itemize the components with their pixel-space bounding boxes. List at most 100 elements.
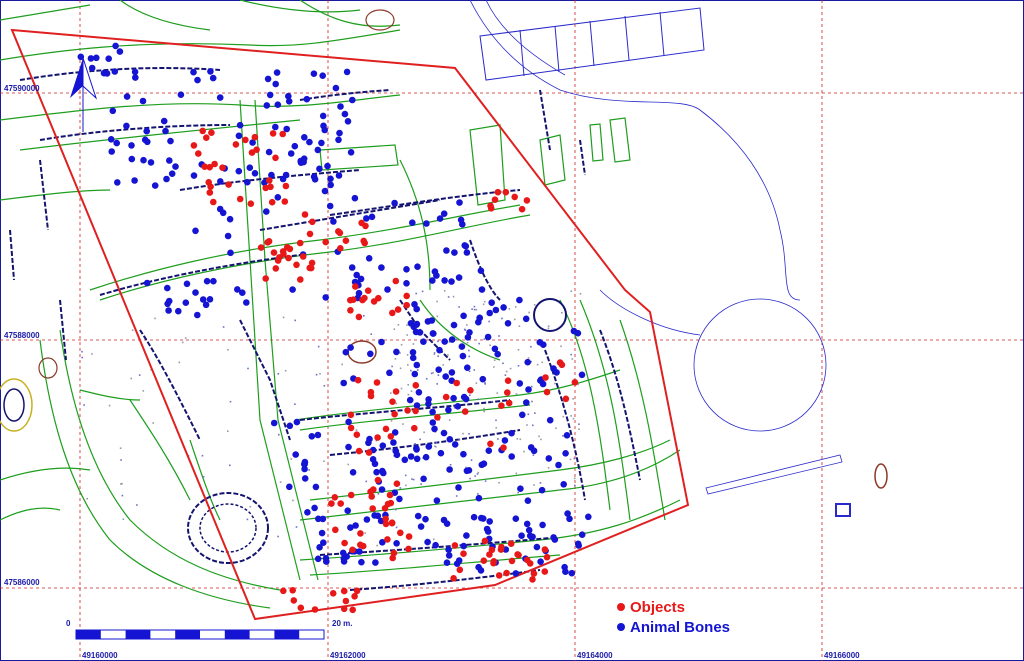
animal-bone-point — [445, 552, 453, 559]
animal-bone-point — [311, 504, 318, 512]
animal-bone-point — [460, 312, 467, 320]
debris-mark — [448, 419, 451, 421]
animal-bone-point — [406, 396, 414, 404]
animal-bone-point — [486, 309, 494, 317]
scale-end-label: 20 m. — [332, 619, 352, 628]
object-point — [337, 245, 344, 252]
debris-mark — [154, 317, 156, 320]
animal-bone-point — [321, 126, 329, 134]
animal-bone-point — [425, 443, 433, 450]
debris-mark — [572, 417, 575, 420]
animal-bone-point — [285, 92, 292, 100]
animal-bone-point — [436, 215, 444, 222]
animal-bone-point — [413, 361, 421, 369]
animal-bone-point — [324, 162, 331, 170]
debris-mark — [509, 367, 512, 370]
object-point — [405, 533, 413, 540]
animal-bone-point — [164, 284, 171, 292]
debris-mark — [527, 413, 530, 416]
debris-mark — [572, 398, 574, 400]
animal-bone-point — [111, 68, 119, 75]
debris-mark — [477, 493, 479, 495]
animal-bone-point — [291, 142, 299, 150]
object-point — [491, 196, 499, 203]
object-point — [526, 560, 534, 567]
object-point — [374, 476, 382, 484]
debris-mark — [108, 404, 111, 407]
object-point — [387, 433, 395, 440]
debris-mark — [571, 358, 574, 360]
debris-mark — [319, 373, 321, 375]
animal-bone-point — [451, 441, 459, 448]
animal-bone-point — [431, 268, 439, 275]
animal-bone-point — [251, 170, 259, 177]
site-plan-map: 47590000 47588000 47586000 49160000 4916… — [0, 0, 1024, 661]
x-label-2: 49162000 — [330, 651, 366, 660]
debris-mark — [458, 438, 461, 441]
scale-segment — [274, 630, 300, 639]
object-point — [335, 228, 342, 235]
animal-bone-point — [336, 129, 343, 137]
animal-bone-point — [380, 469, 387, 477]
animal-bone-point — [392, 447, 400, 455]
debris-mark — [473, 369, 476, 371]
debris-mark — [420, 483, 422, 485]
animal-bone-point — [463, 532, 470, 539]
debris-mark — [405, 484, 407, 487]
object-point — [206, 189, 214, 196]
animal-bone-point — [563, 432, 571, 439]
animal-bone-point — [429, 277, 436, 284]
debris-mark — [475, 308, 478, 311]
object-point — [301, 211, 309, 218]
animal-bone-point — [454, 403, 462, 410]
object-point — [358, 219, 365, 227]
animal-bone-point — [403, 266, 410, 273]
object-point — [384, 500, 392, 508]
animal-bone-point — [494, 350, 502, 358]
animal-bone-point — [265, 148, 273, 156]
animal-bone-point — [209, 74, 217, 82]
animal-bone-point — [207, 68, 214, 75]
animal-bone-point — [357, 275, 365, 283]
debris-mark — [493, 366, 495, 368]
debris-mark — [435, 441, 438, 444]
animal-bone-point — [524, 497, 532, 505]
debris-mark — [517, 491, 519, 494]
scale-segment — [125, 630, 151, 639]
debris-mark — [390, 392, 392, 394]
debris-mark — [458, 306, 460, 308]
debris-mark — [452, 295, 455, 298]
animal-bone-point — [500, 304, 507, 311]
animal-bone-point — [479, 375, 487, 383]
debris-mark — [421, 290, 424, 293]
debris-mark — [222, 326, 225, 328]
animal-bone-point — [436, 346, 443, 354]
animal-bone-point — [160, 117, 168, 125]
debris-mark — [570, 353, 572, 356]
debris-mark — [447, 354, 449, 356]
object-point — [556, 359, 564, 366]
debris-mark — [483, 407, 485, 410]
animal-bone-point — [327, 181, 335, 189]
animal-bone-point — [192, 289, 199, 296]
debris-mark — [436, 315, 439, 318]
debris-mark — [290, 458, 293, 460]
animal-bone-point — [464, 364, 471, 372]
debris-mark — [539, 482, 542, 484]
debris-mark — [406, 354, 409, 356]
animal-bone-point — [123, 122, 130, 130]
object-point — [269, 130, 277, 137]
animal-bone-point — [321, 187, 329, 195]
animal-bone-point — [243, 299, 250, 306]
debris-mark — [515, 472, 518, 475]
object-point — [502, 188, 510, 196]
object-point — [456, 566, 464, 574]
animal-bone-point — [391, 199, 398, 207]
debris-mark — [407, 393, 410, 396]
animal-bone-point — [308, 433, 316, 440]
debris-mark — [399, 487, 402, 489]
object-point — [368, 493, 376, 500]
object-point — [355, 313, 363, 321]
object-point — [329, 590, 337, 597]
debris-mark — [531, 400, 533, 403]
